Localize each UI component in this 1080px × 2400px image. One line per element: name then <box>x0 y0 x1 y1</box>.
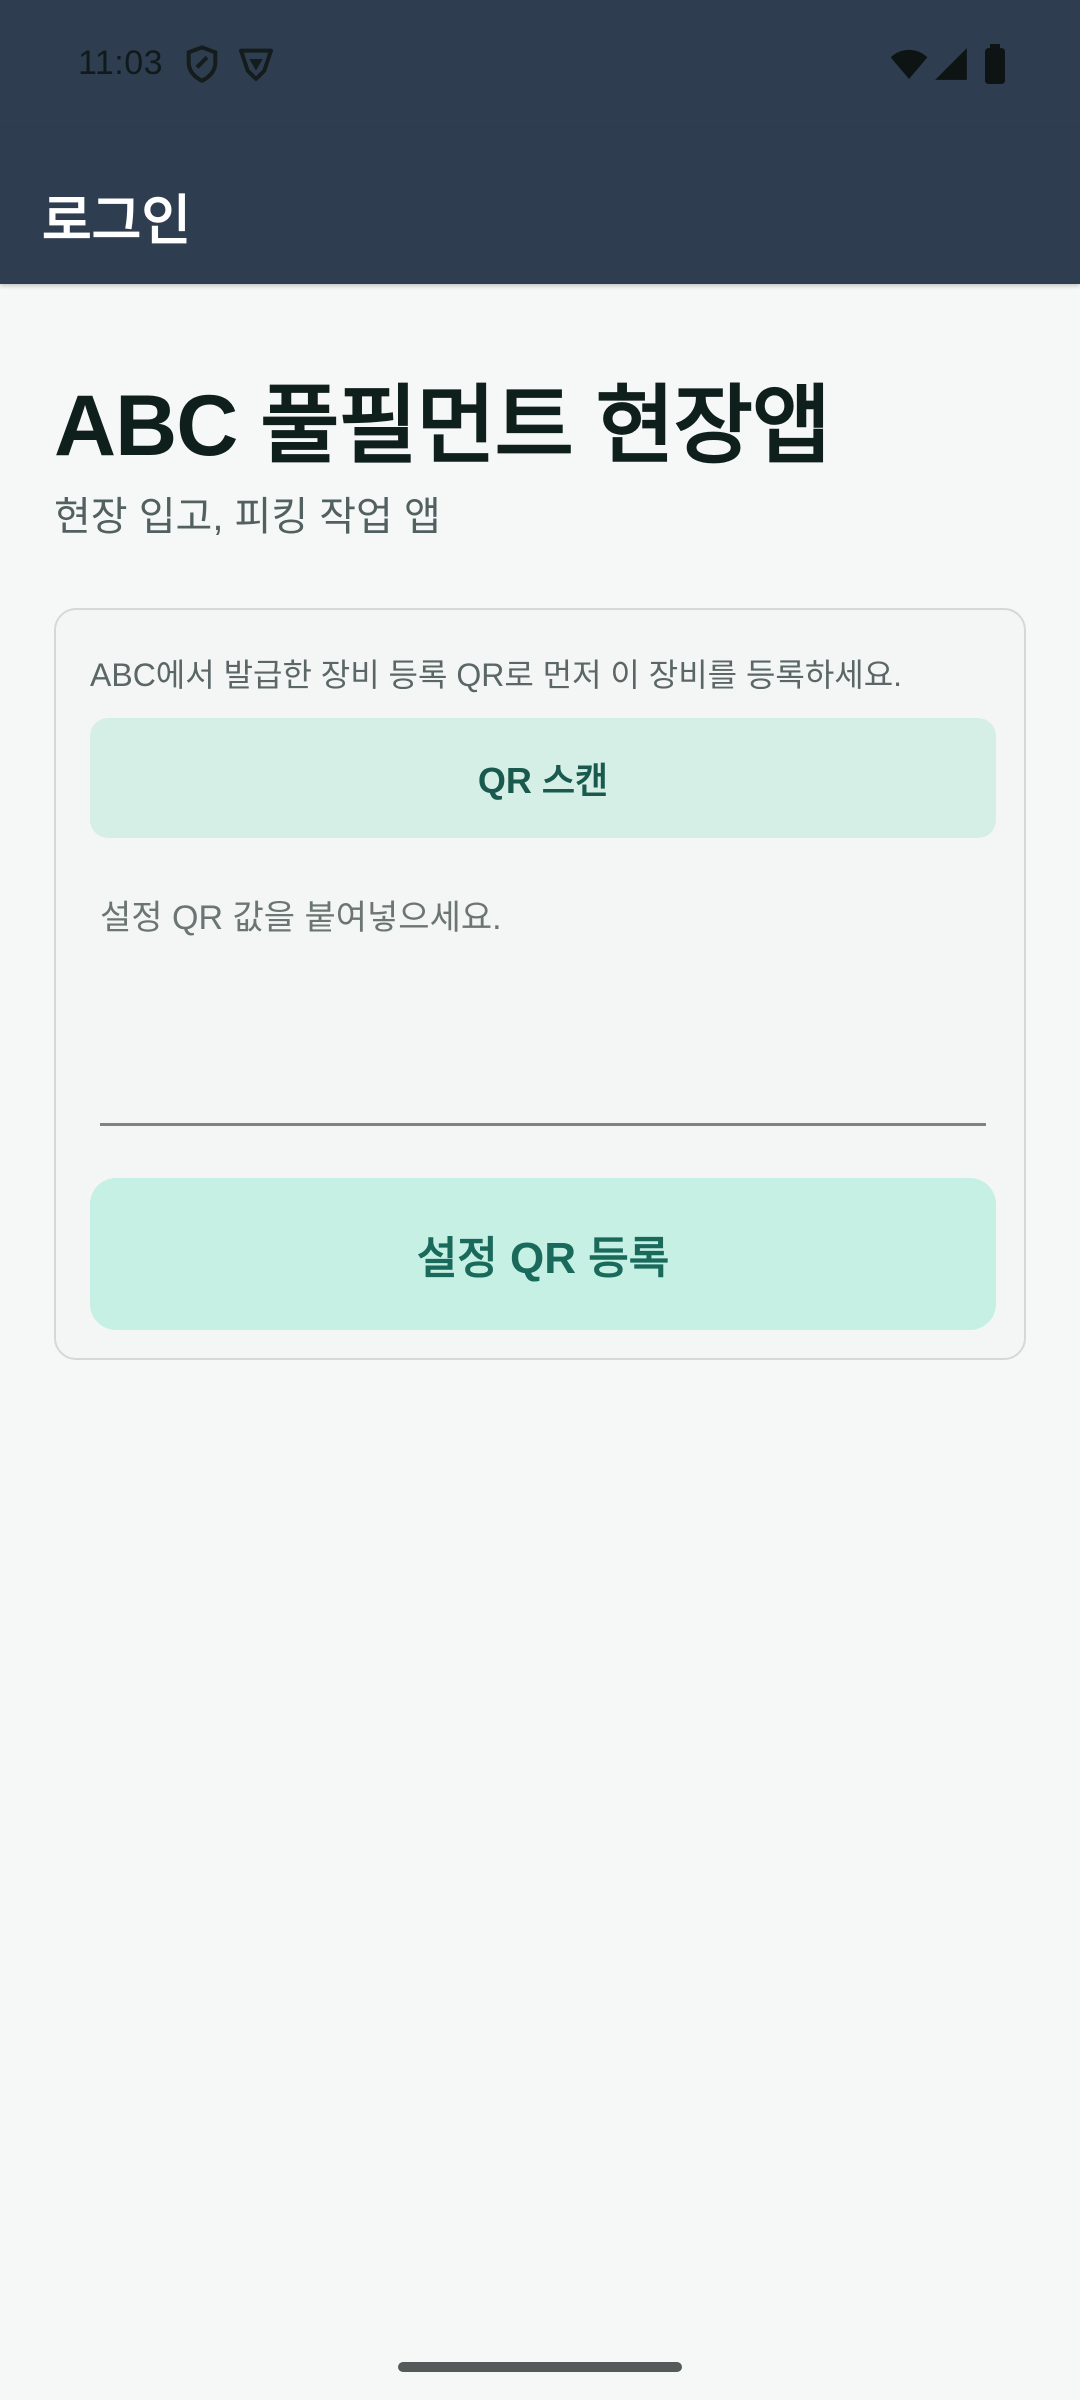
wifi-icon <box>888 44 928 84</box>
device-registration-card: ABC에서 발급한 장비 등록 QR로 먼저 이 장비를 등록하세요. QR 스… <box>54 608 1026 1360</box>
page-title: ABC 풀필먼트 현장앱 <box>54 378 831 474</box>
page-subtitle: 현장 입고, 피킹 작업 앱 <box>54 495 441 539</box>
vpn-icon <box>236 44 276 84</box>
home-indicator[interactable] <box>398 2362 682 2372</box>
status-bar: 11:03 <box>0 0 1080 128</box>
registration-instructions: ABC에서 발급한 장비 등록 QR로 먼저 이 장비를 등록하세요. <box>90 657 903 693</box>
battery-icon <box>978 44 1018 84</box>
shield-icon <box>182 44 222 84</box>
settings-qr-input[interactable] <box>100 890 986 1126</box>
qr-scan-button[interactable]: QR 스캔 <box>90 718 996 838</box>
status-time: 11:03 <box>78 44 164 82</box>
register-settings-qr-button[interactable]: 설정 QR 등록 <box>90 1178 996 1330</box>
app-bar-title: 로그인 <box>42 191 192 251</box>
app-bar: 로그인 <box>0 128 1080 284</box>
signal-icon <box>932 44 972 84</box>
